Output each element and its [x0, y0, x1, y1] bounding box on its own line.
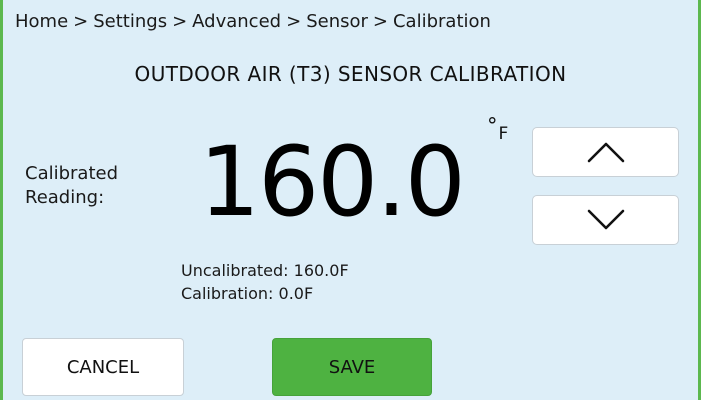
breadcrumb-item-sensor[interactable]: Sensor	[306, 11, 368, 32]
calibration-info: Uncalibrated: 160.0F Calibration: 0.0F	[181, 259, 349, 305]
cancel-button[interactable]: CANCEL	[22, 338, 184, 396]
calibration-offset: Calibration: 0.0F	[181, 284, 314, 303]
degree-symbol: °	[487, 114, 498, 138]
breadcrumb-item-advanced[interactable]: Advanced	[192, 11, 281, 32]
increase-button[interactable]	[532, 127, 679, 177]
breadcrumb-item-calibration: Calibration	[392, 11, 491, 32]
unit-letter: F	[498, 124, 509, 144]
uncalibrated-value: Uncalibrated: 160.0F	[181, 261, 349, 280]
chevron-up-icon	[587, 142, 624, 163]
temperature-unit: °F	[487, 114, 508, 144]
save-button[interactable]: SAVE	[272, 338, 432, 396]
calibrated-reading-label-line1: Calibrated	[25, 163, 119, 184]
calibrated-reading-value: 160.0	[199, 126, 466, 238]
breadcrumb-item-settings[interactable]: Settings	[93, 11, 167, 32]
calibrated-reading-label: Calibrated Reading:	[25, 162, 118, 210]
calibrated-reading-label-line2: Reading:	[25, 187, 105, 208]
page-title: OUTDOOR AIR (T3) SENSOR CALIBRATION	[134, 62, 567, 86]
breadcrumb-separator: >	[73, 11, 89, 32]
breadcrumb-item-home[interactable]: Home	[15, 11, 68, 32]
breadcrumb: Home > Settings > Advanced > Sensor > Calibratio…	[15, 11, 491, 32]
decrease-button[interactable]	[532, 195, 679, 245]
breadcrumb-separator: >	[172, 11, 188, 32]
breadcrumb-separator: >	[372, 11, 388, 32]
breadcrumb-separator: >	[286, 11, 302, 32]
calibration-screen: Home > Settings > Advanced > Sensor > Calibratio…	[0, 0, 701, 400]
chevron-down-icon	[587, 209, 624, 230]
